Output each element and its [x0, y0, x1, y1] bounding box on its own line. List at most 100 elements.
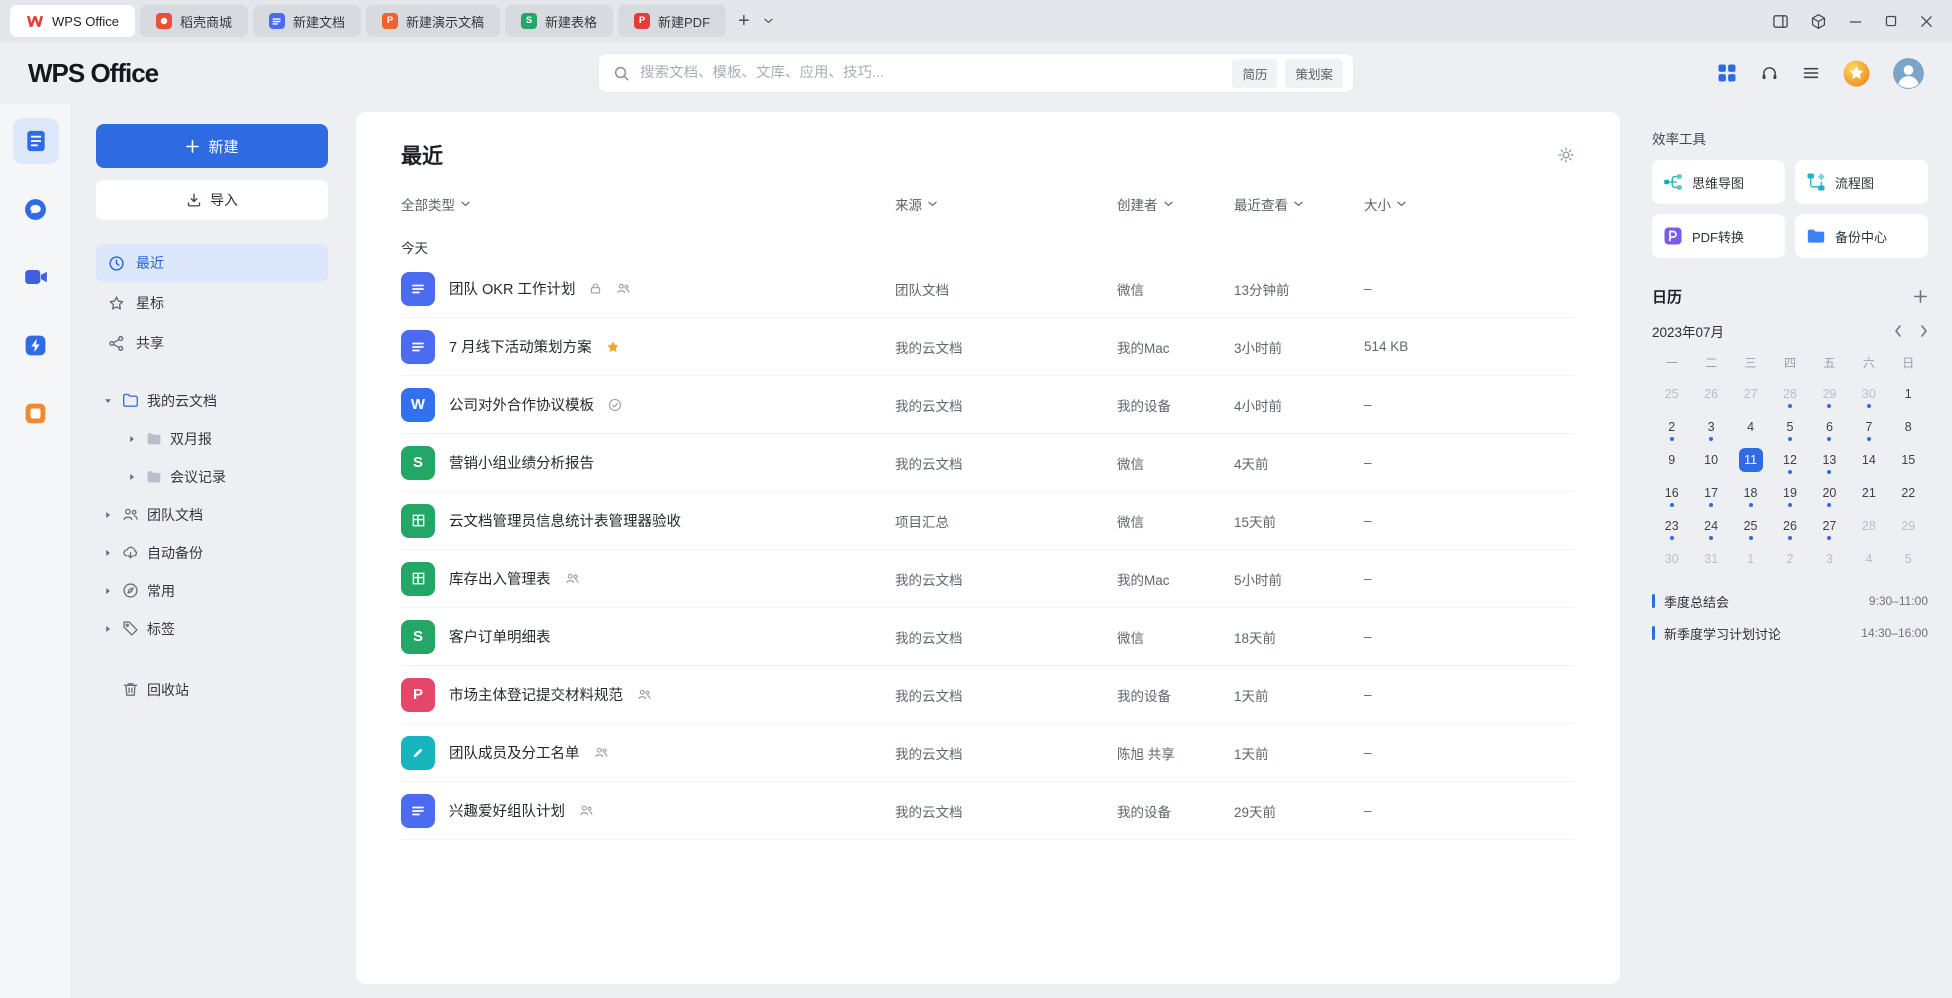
search-tag[interactable]: 策划案: [1285, 59, 1343, 88]
new-tab-button[interactable]: +: [733, 11, 755, 31]
sidebar-item-share[interactable]: 共享: [96, 324, 328, 362]
calendar-day[interactable]: 12: [1770, 443, 1809, 476]
titlebar-tab[interactable]: P新建PDF: [618, 5, 726, 37]
file-row[interactable]: 库存出入管理表我的云文档我的Mac5小时前–: [401, 550, 1575, 608]
file-row[interactable]: 7 月线下活动策划方案我的云文档我的Mac3小时前514 KB: [401, 318, 1575, 376]
support-button[interactable]: [1760, 64, 1779, 83]
filter-dropdown[interactable]: 创建者: [1117, 194, 1234, 214]
calendar-day[interactable]: 14: [1849, 443, 1888, 476]
sidebar-item-star[interactable]: 星标: [96, 284, 328, 322]
calendar-day[interactable]: 3: [1810, 542, 1849, 575]
tool-mindmap[interactable]: 思维导图: [1652, 160, 1785, 204]
file-row[interactable]: 云文档管理员信息统计表管理器验收项目汇总微信15天前–: [401, 492, 1575, 550]
search-tag[interactable]: 简历: [1232, 59, 1277, 88]
calendar-day[interactable]: 22: [1889, 476, 1928, 509]
calendar-day[interactable]: 29: [1810, 377, 1849, 410]
file-row[interactable]: 团队 OKR 工作计划团队文档微信13分钟前–: [401, 260, 1575, 318]
calendar-day[interactable]: 5: [1889, 542, 1928, 575]
calendar-day[interactable]: 25: [1731, 509, 1770, 542]
calendar-event[interactable]: 季度总结会9:30–11:00: [1652, 587, 1928, 615]
sidebar-tree-item[interactable]: 会议记录: [120, 458, 328, 495]
user-avatar[interactable]: [1893, 58, 1924, 89]
prev-month-button[interactable]: [1894, 325, 1902, 337]
calendar-day[interactable]: 23: [1652, 509, 1691, 542]
titlebar-tab[interactable]: WPS Office: [10, 5, 135, 37]
calendar-day[interactable]: 30: [1849, 377, 1888, 410]
calendar-day[interactable]: 28: [1849, 509, 1888, 542]
calendar-day[interactable]: 2: [1652, 410, 1691, 443]
calendar-day[interactable]: 5: [1770, 410, 1809, 443]
calendar-day[interactable]: 11: [1731, 443, 1770, 476]
rail-item-meetings[interactable]: [13, 254, 59, 300]
file-row[interactable]: 团队成员及分工名单我的云文档陈旭 共享1天前–: [401, 724, 1575, 782]
new-document-button[interactable]: 新建: [96, 124, 328, 168]
search-bar[interactable]: 简历策划案: [598, 53, 1354, 93]
calendar-day[interactable]: 3: [1691, 410, 1730, 443]
sidebar-tree-item[interactable]: 自动备份: [96, 534, 328, 571]
menu-button[interactable]: [1802, 64, 1820, 82]
tab-list-button[interactable]: [762, 18, 775, 24]
calendar-day[interactable]: 13: [1810, 443, 1849, 476]
filter-dropdown[interactable]: 来源: [895, 194, 1117, 214]
calendar-day[interactable]: 20: [1810, 476, 1849, 509]
calendar-day[interactable]: 26: [1770, 509, 1809, 542]
calendar-day[interactable]: 25: [1652, 377, 1691, 410]
calendar-day[interactable]: 24: [1691, 509, 1730, 542]
maximize-button[interactable]: [1884, 14, 1898, 28]
file-row[interactable]: 兴趣爱好组队计划我的云文档我的设备29天前–: [401, 782, 1575, 840]
file-row[interactable]: S营销小组业绩分析报告我的云文档微信4天前–: [401, 434, 1575, 492]
sidebar-tree-item[interactable]: 双月报: [120, 420, 328, 457]
workspace-button[interactable]: [1810, 13, 1827, 30]
rail-item-cloud[interactable]: [13, 322, 59, 368]
next-month-button[interactable]: [1920, 325, 1928, 337]
calendar-day[interactable]: 26: [1691, 377, 1730, 410]
calendar-day[interactable]: 31: [1691, 542, 1730, 575]
file-row[interactable]: P市场主体登记提交材料规范我的云文档我的设备1天前–: [401, 666, 1575, 724]
sidebar-item-trash[interactable]: 回收站: [96, 671, 328, 708]
calendar-day[interactable]: 16: [1652, 476, 1691, 509]
calendar-day[interactable]: 7: [1849, 410, 1888, 443]
sidebar-tree-item[interactable]: 常用: [96, 572, 328, 609]
calendar-day[interactable]: 4: [1731, 410, 1770, 443]
titlebar-tab[interactable]: 稻壳商城: [140, 5, 248, 37]
filter-dropdown[interactable]: 大小: [1364, 194, 1575, 214]
calendar-day[interactable]: 1: [1731, 542, 1770, 575]
membership-badge[interactable]: [1843, 60, 1870, 87]
calendar-day[interactable]: 2: [1770, 542, 1809, 575]
calendar-day[interactable]: 15: [1889, 443, 1928, 476]
titlebar-tab[interactable]: P新建演示文稿: [366, 5, 500, 37]
sidebar-tree-item[interactable]: 团队文档: [96, 496, 328, 533]
calendar-day[interactable]: 9: [1652, 443, 1691, 476]
calendar-day[interactable]: 21: [1849, 476, 1888, 509]
titlebar-tab[interactable]: S新建表格: [505, 5, 613, 37]
sidebar-tree-item[interactable]: 我的云文档: [96, 382, 328, 419]
calendar-day[interactable]: 10: [1691, 443, 1730, 476]
rail-item-messages[interactable]: [13, 186, 59, 232]
tool-pdf-convert[interactable]: PDF转换: [1652, 214, 1785, 258]
import-button[interactable]: 导入: [96, 180, 328, 220]
calendar-day[interactable]: 1: [1889, 377, 1928, 410]
calendar-day[interactable]: 27: [1810, 509, 1849, 542]
calendar-day[interactable]: 4: [1849, 542, 1888, 575]
file-row[interactable]: S客户订单明细表我的云文档微信18天前–: [401, 608, 1575, 666]
calendar-day[interactable]: 28: [1770, 377, 1809, 410]
minimize-button[interactable]: [1848, 14, 1863, 29]
calendar-day[interactable]: 17: [1691, 476, 1730, 509]
file-row[interactable]: W公司对外合作协议模板我的云文档我的设备4小时前–: [401, 376, 1575, 434]
titlebar-tab[interactable]: 新建文档: [253, 5, 361, 37]
close-button[interactable]: [1919, 14, 1934, 29]
rail-item-apps[interactable]: [13, 390, 59, 436]
tool-backup-center[interactable]: 备份中心: [1795, 214, 1928, 258]
filter-dropdown[interactable]: 全部类型: [401, 194, 895, 214]
sidebar-item-clock[interactable]: 最近: [96, 244, 328, 282]
calendar-day[interactable]: 6: [1810, 410, 1849, 443]
calendar-day[interactable]: 18: [1731, 476, 1770, 509]
calendar-day[interactable]: 27: [1731, 377, 1770, 410]
calendar-day[interactable]: 30: [1652, 542, 1691, 575]
calendar-day[interactable]: 8: [1889, 410, 1928, 443]
add-event-button[interactable]: [1913, 289, 1928, 304]
settings-button[interactable]: [1557, 146, 1575, 164]
search-input[interactable]: [640, 65, 1222, 81]
calendar-day[interactable]: 29: [1889, 509, 1928, 542]
filter-dropdown[interactable]: 最近查看: [1234, 194, 1364, 214]
